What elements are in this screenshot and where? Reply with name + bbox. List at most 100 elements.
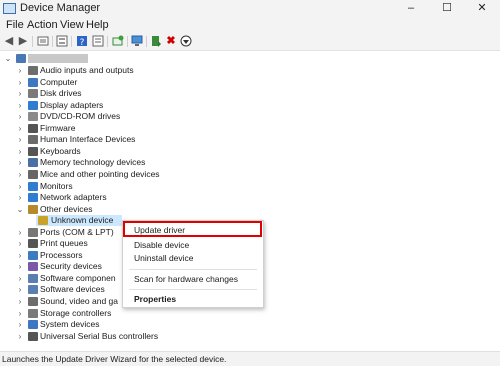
tree-item-label: DVD/CD-ROM drives [40, 111, 121, 122]
menu-properties[interactable]: Properties [134, 294, 176, 305]
chevron-right-icon[interactable]: › [16, 157, 24, 168]
chevron-right-icon[interactable]: › [16, 111, 24, 122]
chevron-right-icon[interactable]: › [16, 88, 24, 99]
view-icon[interactable] [92, 35, 104, 47]
tree-category-item[interactable]: › Audio inputs and outputs [12, 65, 232, 76]
tree-item-label: Unknown device [51, 215, 114, 226]
menu-disable-device[interactable]: Disable device [134, 240, 189, 251]
display-icon [28, 100, 38, 110]
chevron-right-icon[interactable]: › [16, 181, 24, 192]
menu-file[interactable]: File [6, 19, 24, 31]
menu-separator [129, 289, 257, 290]
toolbar: ◀ ▶ ? ✖ [0, 33, 500, 51]
tree-category-item[interactable]: ⌄ Other devices [12, 204, 232, 215]
minimize-button[interactable]: – [393, 0, 429, 17]
uninstall-icon[interactable]: ✖ [165, 35, 177, 47]
tree-category-item[interactable]: › Human Interface Devices [12, 134, 232, 145]
monitor-icon[interactable] [131, 35, 143, 47]
tree-item-label: Sound, video and ga [40, 296, 118, 306]
chevron-right-icon[interactable]: › [16, 100, 24, 111]
tree-category-item[interactable]: › Keyboards [12, 146, 232, 157]
tree-item-label: Print queues [40, 238, 88, 249]
properties-icon[interactable] [37, 35, 49, 47]
tree-category-item[interactable]: › Universal Serial Bus controllers [12, 331, 232, 342]
chevron-right-icon[interactable]: › [16, 227, 24, 238]
help-icon[interactable]: ? [76, 35, 88, 48]
menu-uninstall-device[interactable]: Uninstall device [134, 253, 194, 264]
chevron-right-icon[interactable]: › [16, 123, 24, 134]
chevron-right-icon[interactable]: › [16, 284, 24, 295]
download-icon[interactable] [180, 35, 192, 47]
tree-item-label: Keyboards [40, 145, 81, 156]
tree-item-label: Memory technology devices [40, 157, 146, 168]
forward-icon[interactable]: ▶ [17, 35, 29, 47]
tree-root[interactable]: ⌄ [0, 53, 200, 64]
tree-item-label: Display adapters [40, 99, 104, 110]
status-text: Launches the Update Driver Wizard for th… [2, 354, 227, 364]
back-icon[interactable]: ◀ [3, 35, 15, 47]
tree-child-item[interactable]: Unknown device [36, 215, 122, 227]
chevron-right-icon[interactable]: › [16, 308, 24, 319]
chevron-right-icon[interactable]: › [16, 134, 24, 145]
tree-category-item[interactable]: › Disk drives [12, 88, 232, 99]
dvd-icon [28, 112, 38, 122]
toolbar-separator [32, 36, 33, 47]
software-icon [28, 285, 38, 295]
ports-icon [28, 227, 38, 237]
toolbar-separator [146, 36, 147, 47]
close-button[interactable]: ✕ [464, 0, 500, 17]
toolbar-separator [107, 36, 108, 47]
monitor-icon [28, 181, 38, 191]
menu-view[interactable]: View [60, 19, 84, 31]
menu-action[interactable]: Action [27, 19, 58, 31]
chevron-down-icon[interactable]: ⌄ [4, 53, 12, 64]
menu-scan-hardware[interactable]: Scan for hardware changes [134, 274, 238, 285]
unknown-icon [38, 216, 48, 226]
tree-category-item[interactable]: › Display adapters [12, 100, 232, 111]
tree-category-item[interactable]: › Mice and other pointing devices [12, 169, 232, 180]
add-driver-icon[interactable] [150, 35, 162, 47]
tree-category-item[interactable]: › System devices [12, 319, 232, 330]
chevron-right-icon[interactable]: › [16, 250, 24, 261]
device-manager-app-icon [3, 3, 16, 14]
tree-item-label: Processors [40, 249, 83, 260]
tree-item-label: Audio inputs and outputs [40, 65, 134, 75]
keyboard-icon [28, 146, 38, 156]
chevron-right-icon[interactable]: › [16, 65, 24, 76]
chevron-right-icon[interactable]: › [16, 77, 24, 88]
refresh-icon[interactable] [112, 35, 124, 47]
disk-icon [28, 89, 38, 99]
tree-item-label: Software devices [40, 284, 105, 295]
svg-text:?: ? [80, 38, 85, 47]
chevron-right-icon[interactable]: › [16, 146, 24, 157]
chevron-down-icon[interactable]: ⌄ [16, 204, 24, 215]
tree-item-label: Computer [40, 76, 78, 87]
firmware-icon [28, 123, 38, 133]
chevron-right-icon[interactable]: › [16, 273, 24, 284]
tree-category-item[interactable]: › Computer [12, 77, 232, 88]
chevron-right-icon[interactable]: › [16, 192, 24, 203]
other-icon [28, 204, 38, 214]
computer-icon [28, 77, 38, 87]
sound-icon [28, 297, 38, 306]
chevron-right-icon[interactable]: › [16, 296, 24, 307]
tree-category-item[interactable]: › Monitors [12, 181, 232, 192]
tree-category-item[interactable]: › Firmware [12, 123, 232, 134]
maximize-button[interactable]: ☐ [429, 0, 465, 17]
chevron-right-icon[interactable]: › [16, 169, 24, 180]
chevron-right-icon[interactable]: › [16, 319, 24, 330]
chevron-right-icon[interactable]: › [16, 331, 24, 342]
tree-category-item[interactable]: › Memory technology devices [12, 157, 232, 168]
tree-item-label: Disk drives [40, 88, 82, 99]
menu-bar: File Action View Help [0, 17, 500, 33]
tree-item-label: Universal Serial Bus controllers [40, 330, 159, 341]
show-hidden-icon[interactable] [56, 35, 68, 47]
menu-help[interactable]: Help [86, 19, 109, 31]
tree-category-item[interactable]: › Network adapters [12, 192, 232, 203]
tree-category-item[interactable]: › Storage controllers [12, 308, 232, 319]
tree-item-label: Storage controllers [40, 307, 112, 318]
chevron-right-icon[interactable]: › [16, 238, 24, 249]
tree-category-item[interactable]: › DVD/CD-ROM drives [12, 111, 232, 122]
chevron-right-icon[interactable]: › [16, 261, 24, 272]
tree-item-label: Other devices [40, 203, 93, 214]
